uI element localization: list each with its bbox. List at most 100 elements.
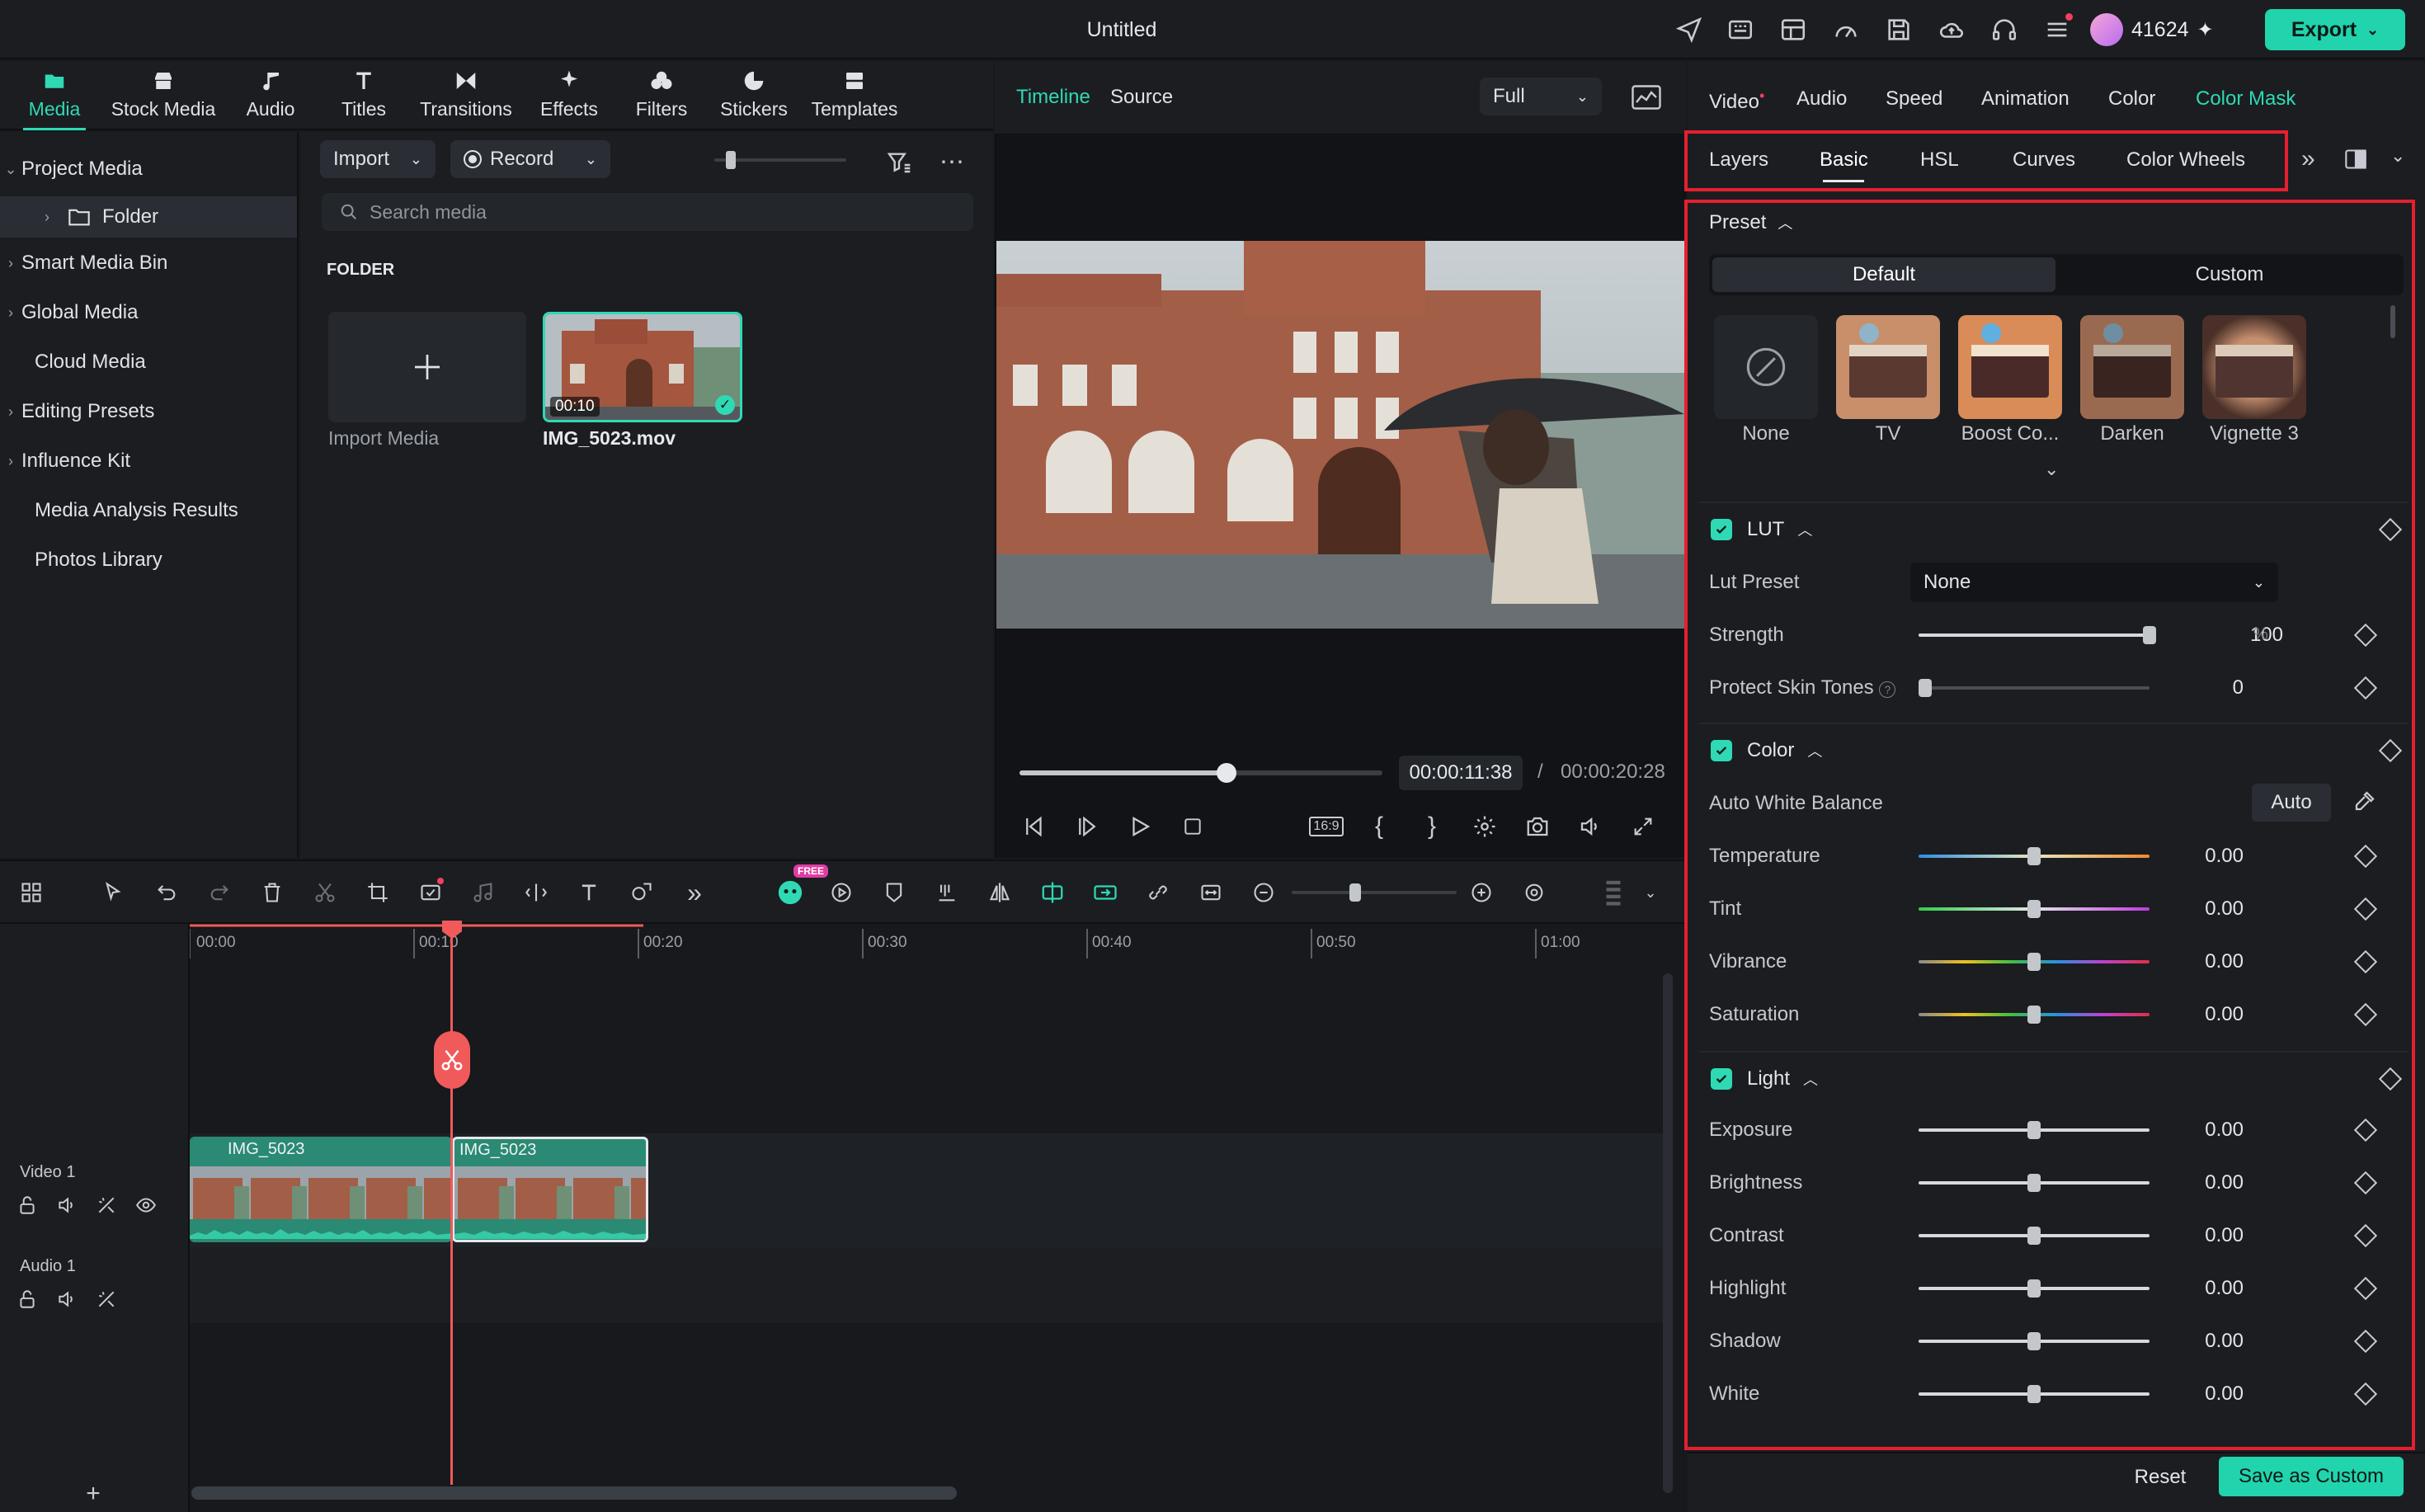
tab-audio[interactable]: Audio [236, 61, 305, 130]
tab-media[interactable]: Media [15, 61, 94, 130]
light-checkbox[interactable] [1711, 1068, 1732, 1090]
saturation-knob[interactable] [2027, 1006, 2041, 1024]
highlight-knob[interactable] [2027, 1279, 2041, 1298]
tab-stickers[interactable]: Stickers [711, 61, 797, 130]
beat-detect-icon[interactable] [930, 876, 963, 909]
sidebar-item-influence-kit[interactable]: › Influence Kit [0, 440, 297, 482]
zoom-slider[interactable] [1292, 883, 1457, 902]
speed-gauge-icon[interactable] [1831, 15, 1861, 45]
exposure-knob[interactable] [2027, 1121, 2041, 1139]
sidebar-item-smart-media-bin[interactable]: › Smart Media Bin [0, 243, 297, 284]
aspect-ratio-icon[interactable]: 16:9 [1308, 810, 1344, 843]
keyboard-icon[interactable] [1726, 15, 1755, 45]
sidebar-item-editing-presets[interactable]: › Editing Presets [0, 391, 297, 432]
white-value[interactable]: 0.00 [2145, 1382, 2244, 1406]
highlight-value[interactable]: 0.00 [2145, 1277, 2244, 1300]
vibrance-slider[interactable] [1919, 953, 2150, 971]
zoom-slider-knob[interactable] [1349, 883, 1361, 902]
more-subtabs-icon[interactable]: » [2301, 145, 2315, 173]
eye-icon[interactable] [135, 1194, 157, 1219]
tint-knob[interactable] [2027, 900, 2041, 918]
credits-indicator[interactable]: 41624 ✦ [2090, 10, 2214, 49]
sidebar-item-photos-library[interactable]: Photos Library [0, 539, 297, 581]
playback-progress[interactable] [1019, 763, 1382, 783]
speed-ramp-icon[interactable] [825, 876, 858, 909]
sidebar-item-folder[interactable]: › Folder [0, 196, 297, 238]
lock-icon[interactable] [16, 1194, 38, 1219]
vibrance-value[interactable]: 0.00 [2145, 950, 2244, 973]
subtab-hsl[interactable]: HSL [1920, 148, 1959, 172]
tab-effects[interactable]: Effects [528, 61, 610, 130]
snap-icon[interactable] [1036, 876, 1069, 909]
chevron-down-icon[interactable]: ⌄ [2366, 21, 2379, 39]
chevron-down-icon[interactable]: ⌄ [1638, 876, 1663, 909]
menu-icon[interactable] [2042, 13, 2073, 45]
protect-skin-knob[interactable] [1919, 679, 1932, 697]
volume-icon[interactable] [1574, 810, 1607, 843]
layout-icon[interactable] [1778, 15, 1808, 45]
tab-filters[interactable]: Filters [622, 61, 701, 130]
light-section-header[interactable]: Light ︿ [1706, 1053, 2417, 1105]
scissors-icon[interactable] [308, 876, 341, 909]
eyedropper-icon[interactable] [2352, 789, 2377, 813]
filter-icon[interactable] [883, 145, 916, 178]
tab-color-mask[interactable]: Color Mask [2196, 87, 2296, 111]
preset-default-button[interactable]: Default [1712, 257, 2055, 292]
lut-preset-dropdown[interactable]: None ⌄ [1910, 563, 2278, 602]
quality-dropdown[interactable]: Full ⌄ [1480, 78, 1602, 115]
subtab-curves[interactable]: Curves [2013, 148, 2075, 172]
saturation-slider[interactable] [1919, 1006, 2150, 1024]
white-slider[interactable] [1919, 1385, 2150, 1403]
temperature-value[interactable]: 0.00 [2145, 845, 2244, 868]
tab-animation[interactable]: Animation [1981, 87, 2069, 111]
color-section-header[interactable]: Color ︿ [1706, 724, 2417, 777]
render-settings-icon[interactable] [1468, 810, 1501, 843]
preset-tv[interactable] [1836, 315, 1940, 419]
temperature-slider[interactable] [1919, 847, 2150, 865]
tab-titles[interactable]: Titles [327, 61, 401, 130]
tab-source[interactable]: Source [1110, 86, 1173, 109]
volume-icon[interactable] [56, 1194, 78, 1219]
audio-track[interactable] [190, 1247, 1666, 1323]
cloud-upload-icon[interactable] [1937, 15, 1966, 45]
fullscreen-icon[interactable] [1627, 810, 1660, 843]
thumbnail-size-slider[interactable] [714, 151, 846, 169]
split-tool-icon[interactable] [520, 876, 553, 909]
preset-header[interactable]: Preset ︿ [1709, 211, 1792, 234]
timeline-clip[interactable]: IMG_5023 [190, 1137, 452, 1242]
keyframe-icon[interactable] [2378, 517, 2403, 542]
timeline-vertical-scrollbar[interactable] [1663, 973, 1673, 1493]
exposure-slider[interactable] [1919, 1121, 2150, 1139]
search-input[interactable]: Search media [322, 193, 973, 231]
protect-skin-slider[interactable] [1919, 679, 2150, 697]
delete-icon[interactable] [256, 876, 289, 909]
preset-vignette-3[interactable] [2202, 315, 2306, 419]
preset-none[interactable] [1714, 315, 1818, 419]
ai-tool-icon[interactable] [414, 876, 447, 909]
tab-transitions[interactable]: Transitions [412, 61, 520, 130]
shadow-slider[interactable] [1919, 1332, 2150, 1350]
stop-icon[interactable] [1176, 810, 1209, 843]
tab-templates[interactable]: Templates [805, 61, 904, 130]
play-icon[interactable] [1123, 810, 1156, 843]
saturation-value[interactable]: 0.00 [2145, 1003, 2244, 1026]
timeline-clip-selected[interactable]: IMG_5023 [452, 1137, 648, 1242]
split-scissors-button[interactable] [434, 1031, 470, 1089]
import-dropdown[interactable]: Import ⌄ [320, 140, 436, 178]
help-icon[interactable]: ? [1879, 681, 1896, 698]
sidebar-item-media-analysis[interactable]: Media Analysis Results [0, 490, 297, 531]
undo-icon[interactable] [150, 876, 183, 909]
current-time[interactable]: 00:00:11:38 [1399, 756, 1523, 790]
playhead-knob[interactable] [1216, 763, 1236, 783]
volume-icon[interactable] [56, 1288, 78, 1313]
more-tools-icon[interactable]: » [678, 876, 711, 909]
mark-in-icon[interactable]: { [1363, 810, 1396, 843]
ai-copilot-icon[interactable] [772, 876, 808, 909]
import-media-tile[interactable] [328, 312, 526, 422]
subtab-color-wheels[interactable]: Color Wheels [2126, 148, 2245, 172]
timeline-horizontal-scrollbar[interactable] [191, 1486, 957, 1500]
fit-timeline-icon[interactable] [1194, 876, 1227, 909]
tab-stock-media[interactable]: Stock Media [106, 61, 221, 130]
avatar[interactable] [2090, 13, 2123, 46]
strength-slider[interactable] [1919, 626, 2156, 644]
